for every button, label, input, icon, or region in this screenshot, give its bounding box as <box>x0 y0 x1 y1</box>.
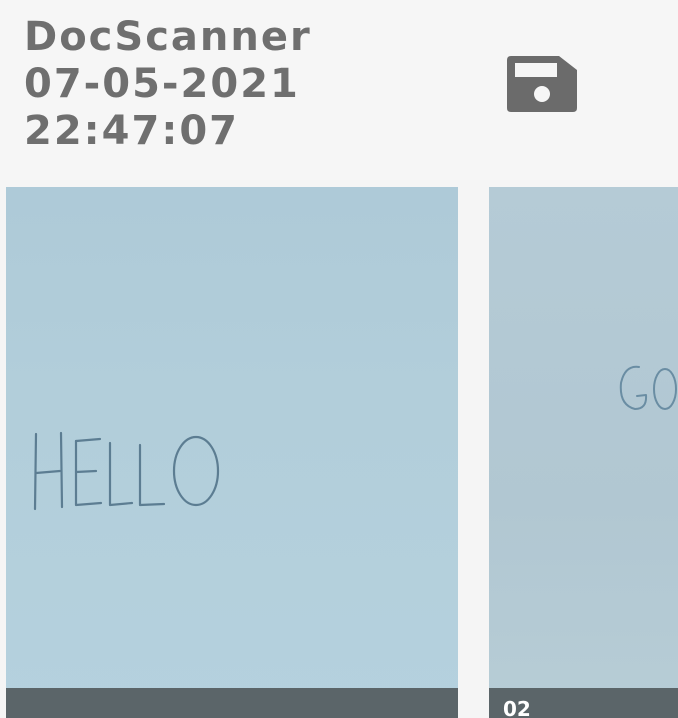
document-title: DocScanner 07-05-2021 22:47:07 <box>24 14 312 155</box>
handwritten-go-image <box>619 365 677 410</box>
app-name: DocScanner <box>24 14 312 60</box>
document-header: DocScanner 07-05-2021 22:47:07 <box>0 0 678 180</box>
document-date: 07-05-2021 <box>24 61 300 107</box>
handwritten-hello-image <box>33 431 220 511</box>
page-thumbnail[interactable]: 02 <box>489 187 678 718</box>
page-thumbnail[interactable] <box>6 187 458 718</box>
page-number: 02 <box>503 697 531 718</box>
thumbnail-footer <box>6 688 458 718</box>
floppy-disk-icon <box>507 56 577 112</box>
scanned-document-screen: DocScanner 07-05-2021 22:47:07 02 <box>0 0 678 718</box>
thumbnail-footer: 02 <box>489 688 678 718</box>
document-time: 22:47:07 <box>24 108 239 154</box>
save-button[interactable] <box>506 56 578 112</box>
